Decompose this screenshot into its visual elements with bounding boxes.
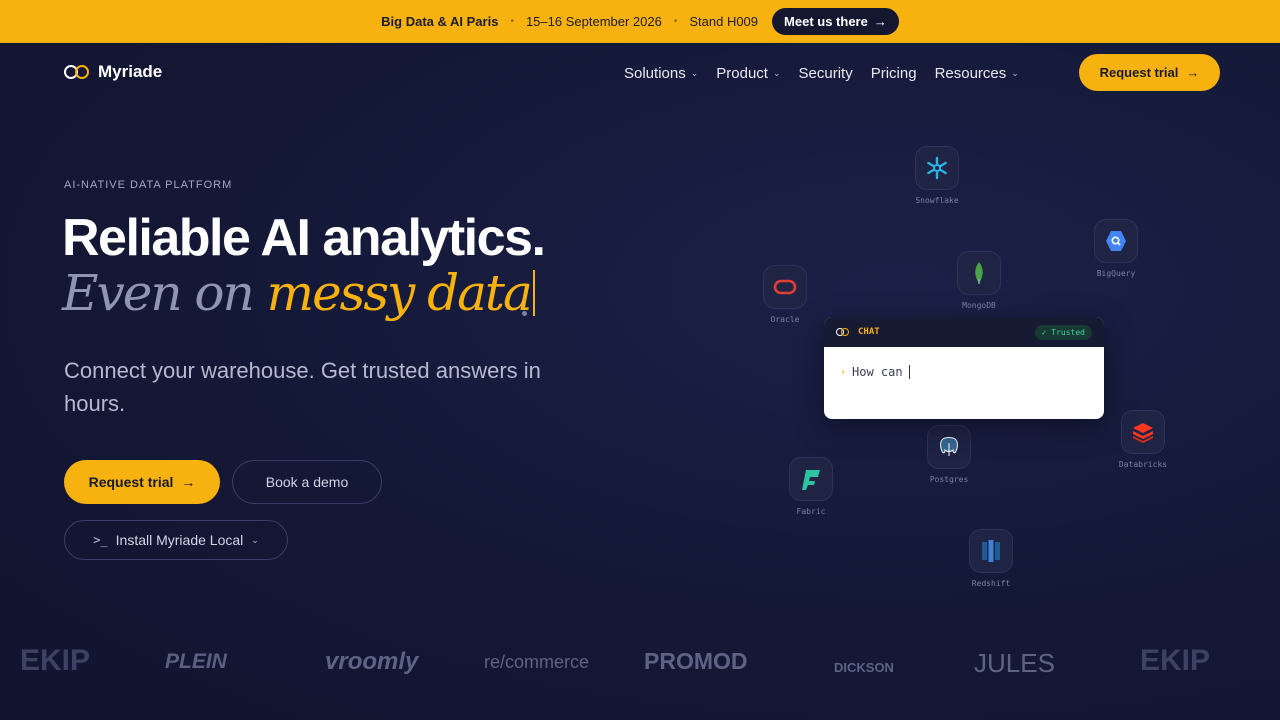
request-trial-button[interactable]: Request trial → xyxy=(64,460,220,504)
hero-tagline: Even on messy data xyxy=(62,264,535,322)
install-local-label: Install Myriade Local xyxy=(115,532,244,548)
redshift-icon xyxy=(969,529,1013,573)
fabric-icon xyxy=(789,457,833,501)
mongodb-icon xyxy=(957,251,1001,295)
nav-item-pricing[interactable]: Pricing xyxy=(871,65,917,82)
customer-logo-recommerce: re/commerce xyxy=(484,652,590,672)
myriade-logo-icon xyxy=(64,65,90,79)
integration-label: Snowflake xyxy=(915,196,959,205)
snowflake-icon xyxy=(915,146,959,190)
integration-node-snowflake: Snowflake xyxy=(907,146,967,205)
nav-item-label: Pricing xyxy=(870,65,917,82)
typing-caret xyxy=(532,270,535,316)
hero-eyebrow: AI-NATIVE DATA PLATFORM xyxy=(64,179,233,191)
integration-node-fabric: Fabric xyxy=(781,457,841,516)
meet-us-label: Meet us there xyxy=(784,14,868,29)
meet-us-button[interactable]: Meet us there → xyxy=(772,8,899,35)
announcement-banner: Big Data & AI Paris • 15–16 September 20… xyxy=(0,0,1280,43)
postgres-icon xyxy=(927,425,971,469)
integration-node-redshift: Redshift xyxy=(961,529,1021,588)
integration-node-databricks: Databricks xyxy=(1113,410,1173,469)
customer-logo-ekip: EKIP xyxy=(1140,644,1211,677)
customer-logo-plein: PLEIN xyxy=(165,650,227,673)
customer-logo-dickson: DICKSON xyxy=(834,660,894,675)
prompt-chevron-icon: › xyxy=(840,366,847,378)
nav-item-security[interactable]: Security xyxy=(799,65,853,82)
chevron-down-icon: ⌄ xyxy=(1011,68,1019,78)
separator-dot: • xyxy=(510,16,514,27)
arrow-right-icon: → xyxy=(1186,65,1200,80)
request-trial-label: Request trial xyxy=(1099,65,1179,80)
chat-input-text: How can xyxy=(852,365,903,379)
trusted-badge: ✓ Trusted xyxy=(1034,324,1092,340)
chevron-down-icon: ⌄ xyxy=(251,534,259,545)
nav-item-label: Solutions xyxy=(624,65,686,82)
customer-logos: EKIP PLEIN vroomly re/commerce PROMOD DI… xyxy=(0,640,1280,690)
integration-label: Postgres xyxy=(929,475,969,484)
nav-item-solutions[interactable]: Solutions ⌄ xyxy=(624,65,698,82)
decorative-dot xyxy=(522,311,527,316)
brand-name: Myriade xyxy=(98,62,163,81)
chat-title: CHAT xyxy=(858,327,880,337)
nav-item-label: Resources xyxy=(934,65,1007,82)
integration-label: Redshift xyxy=(971,579,1011,588)
myriade-logo-icon xyxy=(836,328,850,336)
nav-item-product[interactable]: Product ⌄ xyxy=(716,65,780,82)
integration-node-postgres: Postgres xyxy=(919,425,979,484)
chat-header: CHAT ✓ Trusted xyxy=(824,317,1104,347)
integration-label: BigQuery xyxy=(1096,269,1136,278)
chat-input[interactable]: › How can xyxy=(824,347,1104,397)
chevron-down-icon: ⌄ xyxy=(772,68,781,78)
integration-node-oracle: Oracle xyxy=(755,265,815,324)
hero-headline: Reliable AI analytics. xyxy=(62,209,546,267)
event-name: Big Data & AI Paris xyxy=(381,14,499,29)
book-demo-label: Book a demo xyxy=(265,474,349,490)
brand-logo[interactable]: Myriade xyxy=(64,62,162,82)
terminal-icon: >_ xyxy=(93,533,108,547)
install-local-button[interactable]: >_ Install Myriade Local ⌄ xyxy=(64,520,288,560)
integration-node-bigquery: BigQuery xyxy=(1086,219,1146,278)
request-trial-label: Request trial xyxy=(88,474,174,490)
tagline-accent: messy data xyxy=(266,264,533,322)
text-cursor xyxy=(908,365,910,379)
tagline-muted: Even on xyxy=(62,264,255,322)
customer-logo-jules: JULES xyxy=(974,648,1055,678)
event-stand: Stand H009 xyxy=(689,14,759,29)
separator-dot: • xyxy=(673,16,678,27)
chevron-down-icon: ⌄ xyxy=(690,68,699,78)
customer-logo-ekip: EKIP xyxy=(20,644,91,677)
chat-widget[interactable]: CHAT ✓ Trusted › How can xyxy=(824,317,1104,419)
request-trial-nav-button[interactable]: Request trial → xyxy=(1079,54,1220,91)
bigquery-icon xyxy=(1094,219,1138,263)
book-demo-button[interactable]: Book a demo xyxy=(232,460,382,504)
integration-node-mongodb: MongoDB xyxy=(949,251,1009,310)
event-dates: 15–16 September 2026 xyxy=(525,14,662,29)
integration-label: Oracle xyxy=(770,315,800,324)
oracle-icon xyxy=(763,265,807,309)
hero-subtitle: Connect your warehouse. Get trusted answ… xyxy=(64,358,541,416)
nav-menu: Solutions ⌄ Product ⌄ Security Pricing R… xyxy=(624,65,1019,82)
customer-logo-vroomly: vroomly xyxy=(325,648,419,675)
nav-item-label: Product xyxy=(716,65,768,82)
arrow-right-icon: → xyxy=(873,14,887,29)
customer-logo-promod: PROMOD xyxy=(644,648,748,674)
nav-item-label: Security xyxy=(798,65,853,82)
nav-item-resources[interactable]: Resources ⌄ xyxy=(935,65,1019,82)
databricks-icon xyxy=(1121,410,1165,454)
integration-label: Databricks xyxy=(1118,460,1168,469)
integration-label: Fabric xyxy=(796,507,826,516)
arrow-right-icon: → xyxy=(181,474,196,490)
main-nav: Myriade Solutions ⌄ Product ⌄ Security P… xyxy=(0,43,1280,103)
integration-label: MongoDB xyxy=(962,301,996,310)
